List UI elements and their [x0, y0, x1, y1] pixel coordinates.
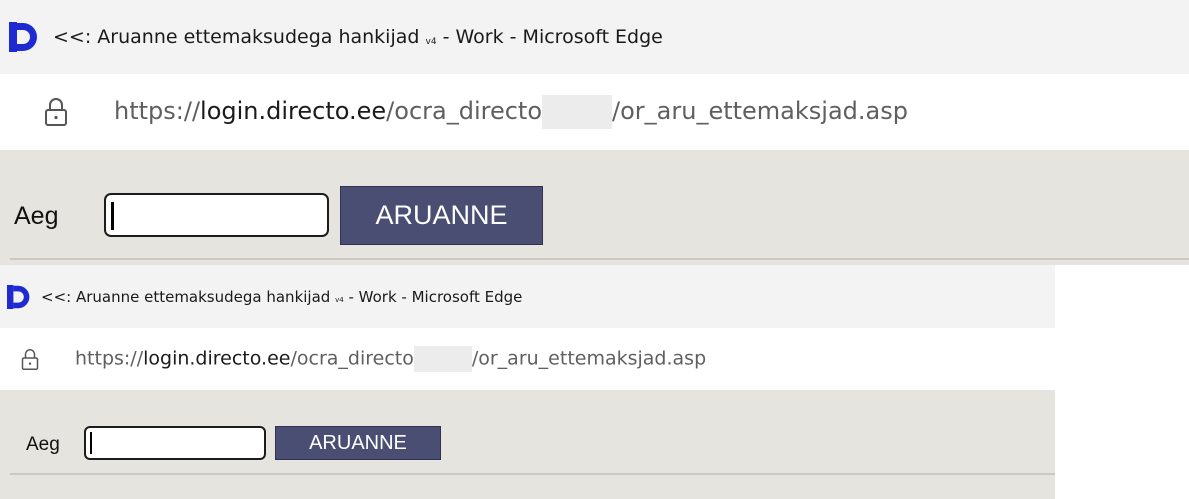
url[interactable]: https://login.directo.ee/ocra_directo/or…: [114, 95, 908, 129]
url-path-start: /ocra_directo: [386, 97, 543, 125]
url-host: login.directo.ee: [200, 97, 387, 125]
url-redacted-segment: [542, 95, 613, 129]
url-redacted-segment: [413, 346, 472, 372]
divider: [10, 473, 1055, 475]
window-title-version: v4: [335, 296, 344, 304]
window-title-version: v4: [425, 36, 437, 47]
url-host: login.directo.ee: [143, 347, 291, 370]
window-title: <<: Aruanne ettemaksudega hankijad: [41, 287, 331, 306]
page-content: Aeg ARUANNE: [0, 150, 1189, 265]
url-path-start: /ocra_directo: [290, 347, 414, 370]
url-path-end: /or_aru_ettemaksjad.asp: [612, 97, 908, 125]
aeg-input[interactable]: [84, 426, 266, 460]
divider: [10, 258, 1189, 260]
url-scheme: https://: [114, 97, 201, 125]
page-content: Aeg ARUANNE: [0, 390, 1055, 499]
browser-window-small: <<: Aruanne ettemaksudega hankijad v4 - …: [0, 265, 1055, 499]
url-scheme: https://: [75, 347, 144, 370]
text-cursor: [111, 202, 114, 230]
title-bar: <<: Aruanne ettemaksudega hankijad v4 - …: [0, 265, 1055, 328]
window-title: <<: Aruanne ettemaksudega hankijad: [53, 26, 420, 48]
address-bar[interactable]: https://login.directo.ee/ocra_directo/or…: [0, 328, 1055, 390]
aruanne-button[interactable]: ARUANNE: [340, 186, 543, 245]
lock-icon[interactable]: [44, 97, 68, 127]
lock-icon[interactable]: [21, 348, 39, 371]
text-cursor: [90, 432, 92, 454]
window-title-suffix: - Work - Microsoft Edge: [442, 26, 663, 48]
directo-logo-icon: [7, 284, 30, 309]
browser-window-large: <<: Aruanne ettemaksudega hankijad v4 - …: [0, 0, 1189, 265]
window-title-suffix: - Work - Microsoft Edge: [348, 287, 523, 306]
aruanne-button[interactable]: ARUANNE: [275, 426, 441, 460]
address-bar[interactable]: https://login.directo.ee/ocra_directo/or…: [0, 74, 1189, 150]
url-path-end: /or_aru_ettemaksjad.asp: [471, 347, 707, 370]
url[interactable]: https://login.directo.ee/ocra_directo/or…: [75, 346, 706, 372]
aeg-label: Aeg: [14, 202, 59, 230]
aeg-input[interactable]: [104, 193, 329, 237]
directo-logo-icon: [9, 22, 37, 52]
title-bar: <<: Aruanne ettemaksudega hankijad v4 - …: [0, 0, 1189, 74]
aeg-label: Aeg: [26, 434, 60, 455]
